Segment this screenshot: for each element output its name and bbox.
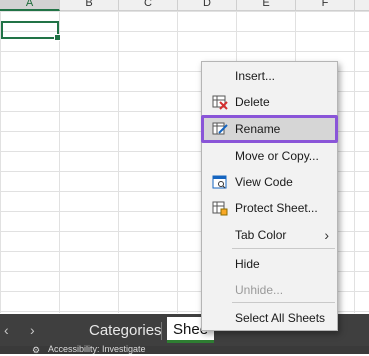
menu-item-move-or-copy[interactable]: Move or Copy... [202,144,337,168]
menu-item-label: Unhide... [235,283,284,297]
menu-item-label: Move or Copy... [235,149,319,163]
column-header-d[interactable]: D [178,0,237,10]
menu-item-select-all-sheets[interactable]: Select All Sheets [202,306,337,330]
column-header-a[interactable]: A [0,0,60,11]
menu-item-view-code[interactable]: View Code [202,170,337,194]
view-code-icon [212,174,228,190]
chevron-left-icon[interactable]: ‹ [4,322,9,338]
column-header-e[interactable]: E [237,0,296,10]
protect-sheet-icon [212,200,228,216]
menu-separator [232,302,335,303]
column-header-b[interactable]: B [60,0,119,10]
delete-sheet-icon [212,94,228,110]
column-header-f[interactable]: F [296,0,355,10]
tab-divider [161,322,162,340]
menu-item-label: Insert... [235,69,276,83]
column-header-bar: A B C D E F [0,0,369,11]
chevron-right-icon: › [324,227,329,243]
menu-item-tab-color[interactable]: Tab Color › [202,223,337,247]
menu-item-insert[interactable]: Insert... [202,64,337,88]
tab-categories[interactable]: Categories [89,320,162,342]
menu-item-label: Select All Sheets [235,311,326,325]
menu-item-label: Tab Color [235,228,287,242]
menu-separator [232,248,335,249]
menu-item-label: Delete [235,95,270,109]
sheet-context-menu: Insert... Delete Rename Move or Copy... … [201,61,338,331]
menu-item-protect-sheet[interactable]: Protect Sheet... [202,196,337,220]
menu-item-label: Hide [235,257,260,271]
accessibility-icon: ⚙ [32,345,41,355]
status-bar: ⚙ Accessibility: Investigate [0,344,369,355]
menu-item-label: View Code [235,175,293,189]
active-cell[interactable] [1,21,61,41]
menu-item-unhide: Unhide... [202,278,337,302]
accessibility-status[interactable]: Accessibility: Investigate [48,344,146,354]
menu-item-delete[interactable]: Delete [202,90,337,114]
menu-item-hide[interactable]: Hide [202,252,337,276]
column-header-c[interactable]: C [119,0,178,10]
chevron-right-icon[interactable]: › [30,322,35,338]
rename-highlight-outline [201,115,338,143]
menu-item-label: Protect Sheet... [235,201,318,215]
